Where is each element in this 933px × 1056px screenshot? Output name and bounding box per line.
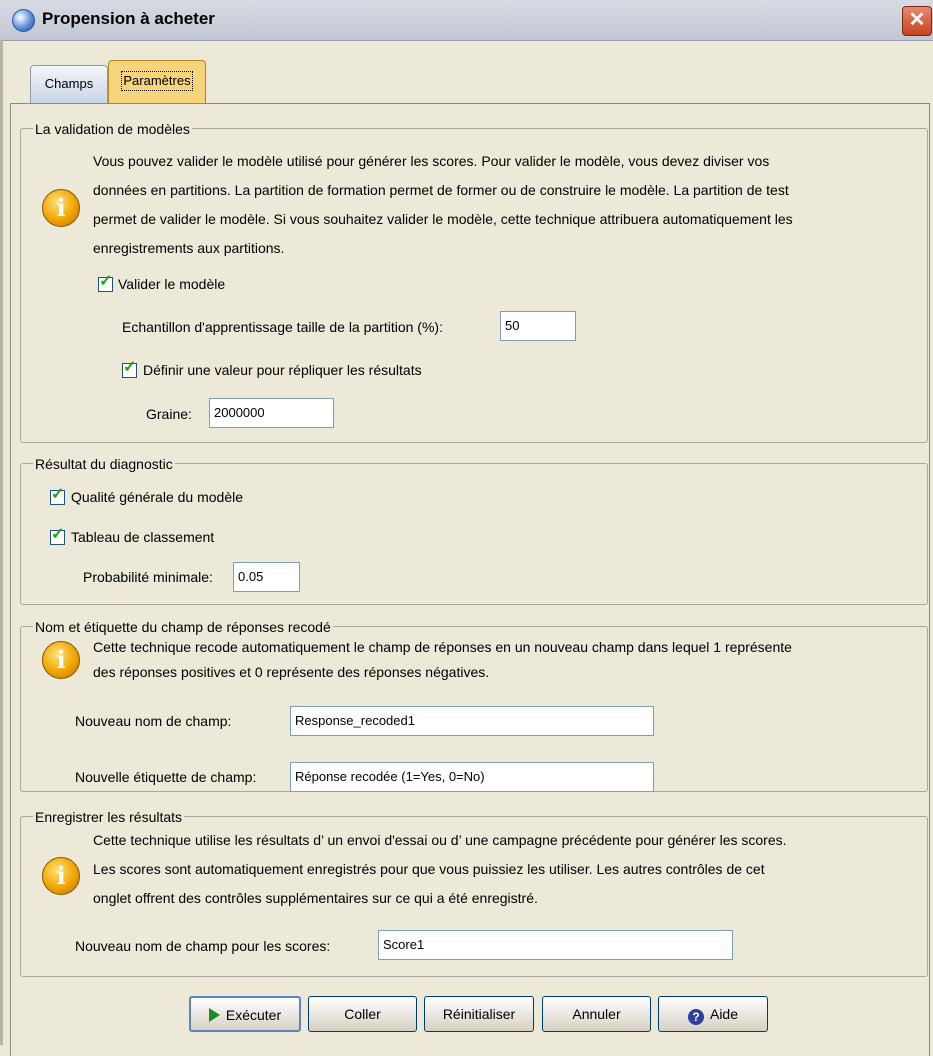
score-field-name-label: Nouveau nom de champ pour les scores: — [75, 938, 331, 954]
run-button-label: Exécuter — [225, 1007, 282, 1023]
validate-model-checkbox[interactable]: ✓ — [98, 273, 113, 292]
validation-info: Vous pouvez valider le modèle utilisé po… — [93, 147, 923, 263]
validation-info-line: données en partitions. La partition de f… — [93, 182, 789, 198]
seed-label: Graine: — [146, 406, 192, 422]
cancel-button[interactable]: Annuler — [542, 996, 651, 1032]
sample-size-label: Echantillon d'apprentissage taille de la… — [122, 319, 443, 335]
check-mark-icon: ✓ — [123, 359, 137, 376]
play-icon — [208, 1008, 220, 1022]
replicate-results-label: Définir une valeur pour répliquer les ré… — [143, 362, 422, 378]
paste-button[interactable]: Coller — [308, 996, 417, 1032]
reset-button[interactable]: Réinitialiser — [424, 996, 534, 1032]
info-icon: i — [42, 641, 80, 679]
save-results-info-line: Cette technique utilise les résultats d’… — [93, 832, 787, 848]
window-title: Propension à acheter — [42, 9, 215, 28]
help-button-label: Aide — [709, 1006, 739, 1022]
save-results-info-line: Les scores sont automatiquement enregist… — [93, 861, 765, 877]
diagnostic-legend: Résultat du diagnostic — [33, 455, 175, 473]
validation-info-line: Vous pouvez valider le modèle utilisé po… — [93, 153, 770, 169]
check-mark-icon: ✓ — [51, 486, 65, 503]
validation-info-line: enregistrements aux partitions. — [93, 240, 285, 256]
tab-parametres-label: Paramètres — [121, 71, 193, 91]
recoded-legend: Nom et étiquette du champ de réponses re… — [33, 618, 333, 636]
new-field-label-label: Nouvelle étiquette de champ: — [75, 769, 257, 785]
recoded-info-line: Cette technique recode automatiquement l… — [93, 639, 792, 655]
tab-champs[interactable]: Champs — [30, 65, 108, 104]
check-mark-icon: ✓ — [51, 526, 65, 543]
validation-legend: La validation de modèles — [33, 120, 192, 138]
tab-parametres[interactable]: Paramètres — [108, 60, 206, 104]
help-button[interactable]: ? Aide — [658, 996, 768, 1032]
validate-model-label: Valider le modèle — [118, 276, 226, 292]
title-bar: Propension à acheter ✕ — [0, 0, 933, 41]
save-results-info-line: onglet offrent des contrôles supplémenta… — [93, 890, 538, 906]
score-field-name-input[interactable]: Score1 — [378, 930, 733, 960]
save-results-info: Cette technique utilise les résultats d’… — [93, 826, 931, 913]
save-results-legend: Enregistrer les résultats — [33, 808, 185, 826]
seed-input[interactable]: 2000000 — [209, 398, 334, 428]
info-icon: i — [42, 189, 80, 227]
classification-table-checkbox[interactable]: ✓ — [50, 526, 65, 545]
validation-info-line: permet de valider le modèle. Si vous sou… — [93, 211, 793, 227]
close-button[interactable]: ✕ — [902, 6, 932, 36]
min-probability-label: Probabilité minimale: — [83, 569, 213, 585]
new-field-label-input[interactable]: Réponse recodée (1=Yes, 0=No) — [290, 762, 654, 792]
info-icon: i — [42, 857, 80, 895]
check-mark-icon: ✓ — [99, 273, 113, 290]
recoded-info: Cette technique recode automatiquement l… — [93, 635, 923, 685]
model-quality-checkbox[interactable]: ✓ — [50, 486, 65, 505]
replicate-results-checkbox[interactable]: ✓ — [122, 359, 137, 378]
classification-table-label: Tableau de classement — [71, 529, 215, 545]
new-field-name-input[interactable]: Response_recoded1 — [290, 706, 654, 736]
run-button[interactable]: Exécuter — [189, 996, 301, 1032]
help-question-icon: ? — [687, 1009, 704, 1025]
recoded-info-line: des réponses positives et 0 représente d… — [93, 664, 490, 680]
new-field-name-label: Nouveau nom de champ: — [75, 713, 232, 729]
window-border — [0, 40, 3, 1045]
sample-size-input[interactable]: 50 — [500, 311, 576, 341]
model-quality-label: Qualité générale du modèle — [71, 489, 244, 505]
globe-icon — [12, 9, 35, 32]
min-probability-input[interactable]: 0.05 — [233, 562, 300, 592]
